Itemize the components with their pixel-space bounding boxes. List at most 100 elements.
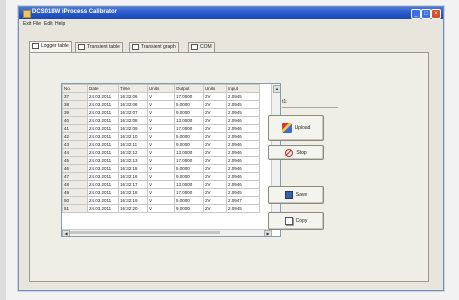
row-number-cell[interactable]: 44: [62, 148, 88, 157]
table-cell[interactable]: 2V: [203, 148, 227, 157]
tab-transient-graph[interactable]: Transient graph: [129, 42, 179, 52]
table-cell[interactable]: 9.0000: [174, 108, 204, 117]
table-cell[interactable]: V: [147, 108, 175, 117]
scroll-left-icon[interactable]: ◀: [62, 230, 70, 236]
row-number-cell[interactable]: 46: [62, 164, 88, 173]
table-cell[interactable]: 5.0000: [174, 132, 204, 141]
table-cell[interactable]: 24.03.2011: [87, 164, 119, 173]
menu-exit[interactable]: Exit: [23, 21, 31, 27]
scroll-up-icon[interactable]: ▲: [273, 85, 280, 93]
table-cell[interactable]: 16:32:16: [118, 172, 148, 181]
table-cell[interactable]: 2.0946: [226, 140, 260, 149]
table-cell[interactable]: 2.0946: [226, 172, 260, 181]
table-cell[interactable]: 2.0945: [226, 92, 260, 101]
scroll-right-icon[interactable]: ▶: [264, 230, 272, 236]
table-cell[interactable]: 5.0000: [174, 164, 204, 173]
table-cell[interactable]: V: [147, 196, 175, 205]
table-cell[interactable]: V: [147, 132, 175, 141]
table-cell[interactable]: 5.0000: [174, 100, 204, 109]
table-cell[interactable]: 2V: [203, 196, 227, 205]
table-cell[interactable]: 16:32:06: [118, 100, 148, 109]
table-cell[interactable]: 16:32:06: [118, 92, 148, 101]
table-row[interactable]: 41 24.03.2011 16:32:09 V 17.0000 2V 2.0946: [62, 124, 260, 133]
table-cell[interactable]: V: [147, 172, 175, 181]
table-cell[interactable]: 2V: [203, 204, 227, 213]
horizontal-scrollbar[interactable]: ◀ ▶: [62, 229, 272, 236]
table-cell[interactable]: 16:32:18: [118, 188, 148, 197]
menu-file[interactable]: File: [33, 21, 41, 27]
table-row[interactable]: 44 24.03.2011 16:32:12 V 13.0000 2V 2.0946: [62, 148, 260, 157]
table-cell[interactable]: 16:32:09: [118, 124, 148, 133]
tab-transient-table[interactable]: Transient table: [75, 42, 123, 52]
minimize-icon[interactable]: _: [411, 9, 421, 19]
table-cell[interactable]: 24.03.2011: [87, 140, 119, 149]
table-cell[interactable]: 24.03.2011: [87, 92, 119, 101]
table-cell[interactable]: 2.0945: [226, 100, 260, 109]
row-number-cell[interactable]: 37: [62, 92, 88, 101]
table-cell[interactable]: 2.0946: [226, 164, 260, 173]
table-cell[interactable]: V: [147, 92, 175, 101]
row-number-cell[interactable]: 48: [62, 180, 88, 189]
table-cell[interactable]: 24.03.2011: [87, 124, 119, 133]
scroll-thumb[interactable]: [70, 231, 220, 234]
table-cell[interactable]: 13.0000: [174, 148, 204, 157]
table-cell[interactable]: 13.0000: [174, 116, 204, 125]
table-cell[interactable]: 16:32:13: [118, 156, 148, 165]
table-cell[interactable]: 24.03.2011: [87, 204, 119, 213]
table-cell[interactable]: 24.03.2011: [87, 100, 119, 109]
table-row[interactable]: 39 24.03.2011 16:32:07 V 9.0000 2V 2.0945: [62, 108, 260, 117]
table-cell[interactable]: 2.0946: [226, 116, 260, 125]
table-cell[interactable]: V: [147, 116, 175, 125]
table-row[interactable]: 48 24.03.2011 16:32:17 V 13.0000 2V 2.0946: [62, 180, 260, 189]
table-cell[interactable]: 2.0945: [226, 188, 260, 197]
table-cell[interactable]: 17.0000: [174, 92, 204, 101]
table-cell[interactable]: 2V: [203, 164, 227, 173]
table-cell[interactable]: 16:32:10: [118, 132, 148, 141]
table-cell[interactable]: 24.03.2011: [87, 156, 119, 165]
maximize-icon[interactable]: □: [421, 9, 431, 19]
table-cell[interactable]: 2.0946: [226, 124, 260, 133]
table-cell[interactable]: V: [147, 156, 175, 165]
table-cell[interactable]: 2V: [203, 100, 227, 109]
col-header[interactable]: Output: [174, 84, 204, 93]
row-number-cell[interactable]: 51: [62, 204, 88, 213]
tab-com[interactable]: COM: [188, 42, 215, 52]
table-cell[interactable]: 9.0000: [174, 172, 204, 181]
table-cell[interactable]: V: [147, 180, 175, 189]
table-cell[interactable]: 2.0946: [226, 148, 260, 157]
table-cell[interactable]: 16:32:15: [118, 164, 148, 173]
table-cell[interactable]: 2V: [203, 180, 227, 189]
table-cell[interactable]: 24.03.2011: [87, 188, 119, 197]
table-row[interactable]: 38 24.03.2011 16:32:06 V 5.0000 2V 2.0945: [62, 100, 260, 109]
table-cell[interactable]: 2.0946: [226, 132, 260, 141]
table-cell[interactable]: V: [147, 204, 175, 213]
table-cell[interactable]: 17.0000: [174, 156, 204, 165]
table-cell[interactable]: V: [147, 164, 175, 173]
row-number-cell[interactable]: 38: [62, 100, 88, 109]
table-cell[interactable]: 2V: [203, 92, 227, 101]
table-cell[interactable]: 16:32:11: [118, 140, 148, 149]
row-number-cell[interactable]: 39: [62, 108, 88, 117]
col-header[interactable]: Time: [118, 84, 148, 93]
table-row[interactable]: 40 24.03.2011 16:32:08 V 13.0000 2V 2.0946: [62, 116, 260, 125]
table-row[interactable]: 46 24.03.2011 16:32:15 V 5.0000 2V 2.0946: [62, 164, 260, 173]
table-cell[interactable]: V: [147, 188, 175, 197]
col-header[interactable]: Units: [147, 84, 175, 93]
table-cell[interactable]: 13.0000: [174, 180, 204, 189]
table-cell[interactable]: 16:32:08: [118, 116, 148, 125]
table-cell[interactable]: 9.0000: [174, 204, 204, 213]
logger-table[interactable]: No. Date Time Units Output Units Input 3…: [61, 83, 281, 237]
table-cell[interactable]: 16:32:12: [118, 148, 148, 157]
table-cell[interactable]: 2.0946: [226, 180, 260, 189]
table-cell[interactable]: 16:32:19: [118, 196, 148, 205]
table-cell[interactable]: 16:32:07: [118, 108, 148, 117]
table-row[interactable]: 45 24.03.2011 16:32:13 V 17.0000 2V 2.0946: [62, 156, 260, 165]
upload-button[interactable]: Upload: [268, 115, 324, 141]
table-row[interactable]: 47 24.03.2011 16:32:16 V 9.0000 2V 2.0946: [62, 172, 260, 181]
table-cell[interactable]: 2V: [203, 124, 227, 133]
col-header[interactable]: Input: [226, 84, 260, 93]
menu-edit[interactable]: Edit: [44, 21, 53, 27]
table-cell[interactable]: V: [147, 140, 175, 149]
table-cell[interactable]: 24.03.2011: [87, 172, 119, 181]
menu-help[interactable]: Help: [55, 21, 65, 27]
